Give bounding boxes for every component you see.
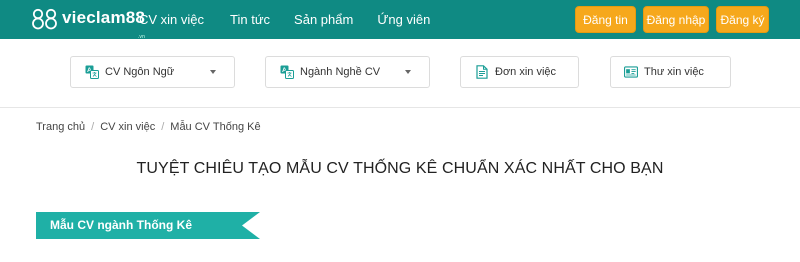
post-job-button[interactable]: Đăng tin <box>575 6 636 33</box>
translate-icon: A <box>280 65 294 79</box>
top-header: vieclam88 .vn CV xin việc Tin tức Sản ph… <box>0 0 800 40</box>
application-letter-link[interactable]: Đơn xin việc <box>460 56 579 88</box>
breadcrumb-cv[interactable]: CV xin việc <box>100 121 155 133</box>
nav-tin-tuc[interactable]: Tin tức <box>230 12 270 27</box>
application-letter-label: Đơn xin việc <box>495 66 557 78</box>
cv-language-dropdown[interactable]: A CV Ngôn Ngữ <box>70 56 235 88</box>
breadcrumb: Trang chủ / CV xin việc / Mẫu CV Thống K… <box>36 121 261 133</box>
cover-letter-link[interactable]: Thư xin việc <box>610 56 731 88</box>
register-button[interactable]: Đăng ký <box>716 6 769 33</box>
breadcrumb-current: Mẫu CV Thống Kê <box>170 121 261 133</box>
section-ribbon: Mẫu CV ngành Thống Kê <box>36 212 260 239</box>
main-nav: CV xin việc Tin tức Sản phẩm Ứng viên <box>139 0 456 39</box>
cv-industry-dropdown[interactable]: A Ngành Nghề CV <box>265 56 430 88</box>
logo-infinity-icon <box>32 8 58 30</box>
breadcrumb-separator: / <box>161 121 165 133</box>
breadcrumb-separator: / <box>91 121 95 133</box>
logo-text: vieclam88 .vn <box>62 8 146 40</box>
chevron-down-icon <box>405 70 411 74</box>
section-title: Mẫu CV ngành Thống Kê <box>50 218 192 232</box>
cover-letter-label: Thư xin việc <box>644 66 704 78</box>
chevron-down-icon <box>210 70 216 74</box>
logo-brand: vieclam88 <box>62 8 146 27</box>
nav-san-pham[interactable]: Sản phẩm <box>294 12 353 27</box>
translate-icon: A <box>85 65 99 79</box>
cv-language-label: CV Ngôn Ngữ <box>105 66 175 78</box>
cv-industry-label: Ngành Nghề CV <box>300 66 381 78</box>
cv-filter-bar: A CV Ngôn Ngữ A Ngành Nghề CV Đơn xin vi… <box>0 39 800 108</box>
login-button[interactable]: Đăng nhập <box>643 6 709 33</box>
breadcrumb-home[interactable]: Trang chủ <box>36 121 85 133</box>
nav-ung-vien[interactable]: Ứng viên <box>377 12 430 27</box>
document-icon <box>475 65 489 79</box>
id-card-icon <box>624 65 638 79</box>
site-logo[interactable]: vieclam88 .vn <box>32 8 146 40</box>
nav-cv-xin-viec[interactable]: CV xin việc <box>139 12 204 27</box>
page-title: TUYỆT CHIÊU TẠO MẪU CV THỐNG KÊ CHUẨN XÁ… <box>136 160 664 177</box>
